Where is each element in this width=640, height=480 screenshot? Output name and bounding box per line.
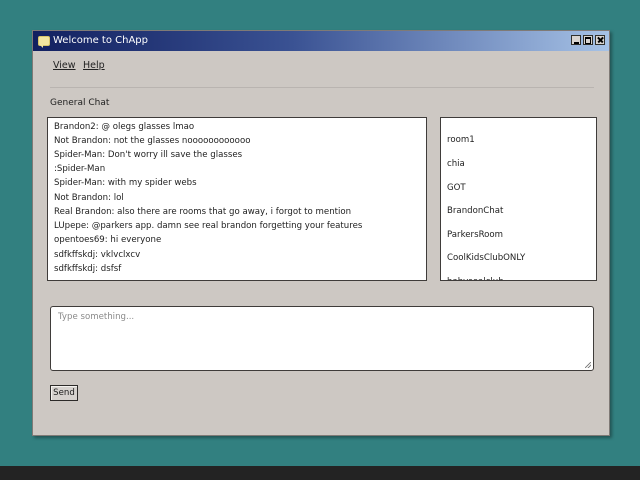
window-title: Welcome to ChApp bbox=[53, 35, 148, 46]
menu-help[interactable]: Help bbox=[83, 60, 105, 72]
message-item: Real Brandon: also there are rooms that … bbox=[54, 207, 352, 217]
maximize-button[interactable] bbox=[583, 35, 593, 45]
message-composer bbox=[50, 306, 594, 371]
close-button[interactable] bbox=[595, 35, 605, 45]
message-item: opentoes69: hi everyone bbox=[54, 235, 162, 245]
message-item: :Spider-Man bbox=[54, 164, 106, 174]
room-item[interactable]: ParkersRoom bbox=[447, 229, 503, 241]
message-input[interactable] bbox=[51, 307, 593, 370]
room-item[interactable]: chia bbox=[447, 158, 465, 170]
chat-bubble-icon bbox=[38, 36, 50, 48]
room-item[interactable]: babysealclub bbox=[447, 276, 504, 280]
message-item: LUpepe: @parkers app. damn see real bran… bbox=[54, 221, 363, 231]
message-item: sdfkffskdj: dsfsf bbox=[54, 264, 122, 274]
message-item: Not Brandon: lol bbox=[54, 193, 124, 203]
room-item[interactable]: GOT bbox=[447, 182, 466, 194]
title-bar[interactable]: Welcome to ChApp bbox=[33, 31, 609, 51]
message-list[interactable]: Brandon2: @ olegs glasses lmao Not Brand… bbox=[47, 117, 427, 281]
message-item: Spider-Man: with my spider webs bbox=[54, 178, 197, 188]
room-item[interactable]: BrandonChat bbox=[447, 205, 503, 217]
room-list[interactable]: room1 chia GOT BrandonChat ParkersRoom C… bbox=[440, 117, 597, 281]
minimize-button[interactable] bbox=[571, 35, 581, 45]
chapp-window: Welcome to ChApp View Help General Chat … bbox=[32, 30, 610, 436]
message-item: Spider-Man: Don't worry ill save the gla… bbox=[54, 150, 243, 160]
message-item: sdfkffskdj: vklvclxcv bbox=[54, 250, 141, 260]
resize-grip-icon[interactable] bbox=[585, 362, 591, 368]
menu-separator bbox=[50, 87, 594, 88]
chat-room-label: General Chat bbox=[50, 98, 110, 108]
room-item[interactable]: CoolKidsClubONLY bbox=[447, 252, 525, 264]
room-item[interactable]: room1 bbox=[447, 134, 475, 146]
menu-view[interactable]: View bbox=[53, 60, 76, 72]
message-item: Brandon2: @ olegs glasses lmao bbox=[54, 122, 195, 132]
send-button[interactable]: Send bbox=[50, 385, 78, 401]
taskbar bbox=[0, 466, 640, 480]
message-item: Not Brandon: not the glasses noooooooooo… bbox=[54, 136, 251, 146]
